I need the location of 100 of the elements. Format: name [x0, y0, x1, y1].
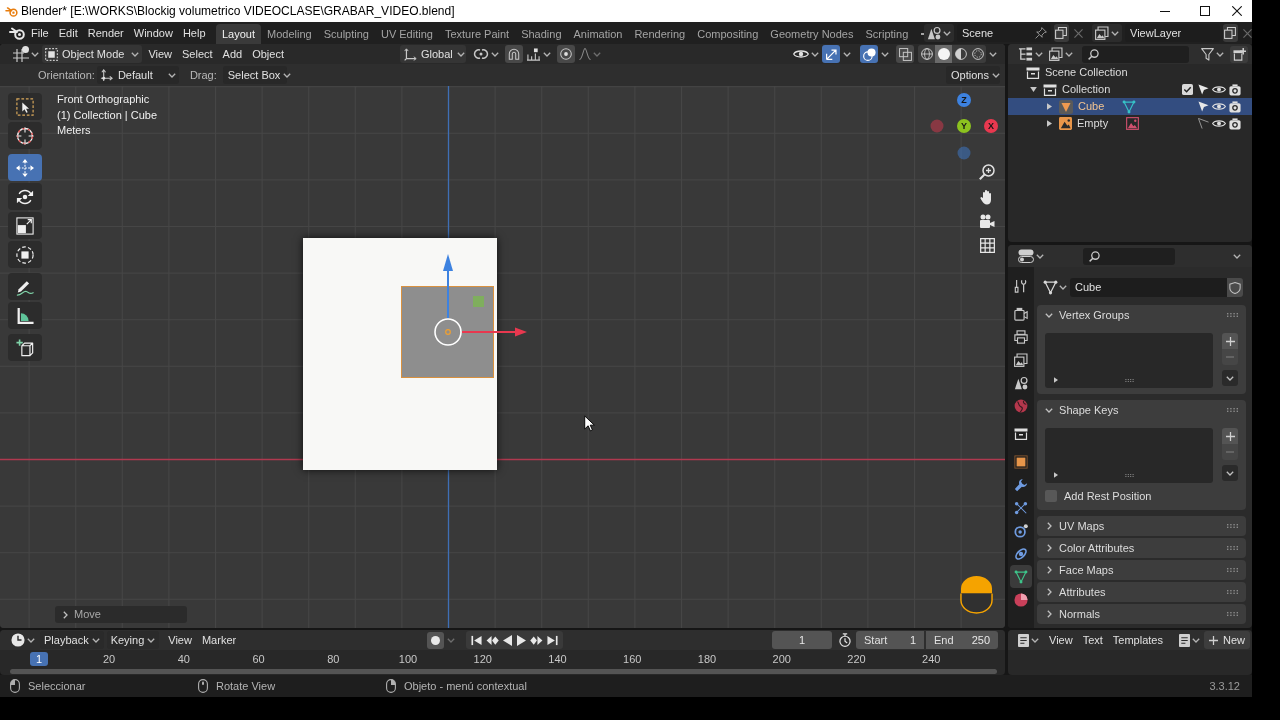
play-reverse-icon[interactable] [503, 634, 513, 646]
grip-icon[interactable] [1227, 408, 1238, 412]
xray-toggle[interactable] [896, 45, 914, 63]
timeline-scrollbar[interactable] [10, 669, 997, 674]
workspace-tab[interactable]: Scripting [859, 24, 915, 44]
workspace-tab[interactable]: Texture Paint [438, 24, 516, 44]
workspace-tab[interactable]: Modeling [261, 24, 318, 44]
tool-button[interactable] [8, 302, 42, 329]
menu-button[interactable]: View [143, 45, 178, 63]
triangle-down-icon[interactable] [1029, 87, 1037, 92]
gizmo-toggle[interactable] [822, 45, 840, 63]
caret-icon[interactable] [1216, 51, 1224, 57]
caret-icon[interactable] [593, 51, 601, 57]
clock-icon[interactable] [11, 633, 25, 647]
menu-button[interactable]: Render [82, 23, 129, 43]
blender-logo-icon[interactable] [9, 26, 25, 40]
data-block-selector[interactable] [1092, 24, 1122, 42]
snap-target-icon[interactable] [526, 47, 541, 61]
menu-dropdown[interactable]: Playback [40, 631, 104, 649]
grip-icon[interactable] [1227, 524, 1238, 528]
workspace-tab[interactable]: Rendering [628, 24, 692, 44]
tool-button[interactable] [8, 212, 42, 239]
duplicate-button[interactable] [1053, 24, 1069, 42]
pointer-icon[interactable] [1197, 101, 1209, 112]
caret-icon[interactable] [989, 51, 997, 57]
proportional-editing-toggle[interactable] [557, 45, 575, 63]
caret-icon[interactable] [1192, 637, 1200, 643]
previous-keyframe-icon[interactable] [486, 634, 500, 646]
caret-icon[interactable] [1065, 51, 1073, 57]
jump-to-end-icon[interactable] [546, 634, 558, 646]
eye-icon[interactable] [1212, 85, 1226, 94]
tool-button[interactable] [8, 241, 42, 268]
menu-button[interactable]: Object [247, 45, 289, 63]
camera-icon[interactable] [1229, 100, 1241, 113]
menu-button[interactable]: View [163, 631, 197, 649]
data-block-selector[interactable] [924, 24, 954, 42]
record-button[interactable] [427, 631, 444, 649]
caret-icon[interactable] [27, 637, 35, 643]
outliner-search-field[interactable] [1082, 45, 1189, 63]
outliner-editor-icon[interactable] [1018, 46, 1033, 62]
minimize-icon[interactable] [1160, 10, 1170, 12]
y-axis-handle[interactable] [957, 119, 971, 133]
remove-icon[interactable] [1243, 28, 1252, 38]
shading-button[interactable] [935, 45, 952, 63]
panel-header[interactable]: Face Maps [1037, 560, 1246, 580]
pivot-icon[interactable] [473, 48, 489, 60]
filter-icon[interactable] [1201, 47, 1214, 61]
image-icon[interactable] [1126, 117, 1140, 130]
caret-icon[interactable] [1059, 285, 1067, 290]
properties-search-field[interactable] [1083, 247, 1175, 265]
mesh-name-field[interactable]: Cube [1070, 278, 1227, 297]
menu-button[interactable]: Templates [1107, 631, 1168, 649]
options-dropdown[interactable]: Options [946, 66, 1000, 84]
outliner-row[interactable]: Empty [1008, 115, 1252, 132]
document-icon[interactable] [1018, 633, 1029, 647]
current-frame-field[interactable]: 1 [772, 631, 832, 649]
menu-button[interactable]: Window [128, 23, 178, 43]
outliner-row[interactable]: Collection [1008, 81, 1252, 98]
next-keyframe-icon[interactable] [529, 634, 543, 646]
panel-header[interactable]: UV Maps [1037, 516, 1246, 536]
new-collection-button[interactable] [1230, 45, 1248, 63]
workspace-tab[interactable]: Shading [515, 24, 568, 44]
properties-tab[interactable] [1010, 565, 1032, 588]
document-icon[interactable] [1179, 633, 1190, 647]
playhead-frame[interactable]: 1 [30, 652, 48, 666]
shading-button[interactable] [952, 45, 969, 63]
outliner-row[interactable]: Cube [1008, 98, 1252, 115]
caret-icon[interactable] [1035, 51, 1043, 57]
caret-icon[interactable] [31, 51, 39, 57]
duplicate-button[interactable] [1222, 24, 1238, 42]
menu-button[interactable]: View [1044, 631, 1078, 649]
new-button[interactable]: New [1204, 631, 1250, 649]
menu-dropdown[interactable]: Keying [106, 631, 160, 649]
caret-icon[interactable] [1233, 253, 1241, 259]
eye-icon[interactable] [1212, 119, 1226, 128]
workspace-tab[interactable]: Geometry Nodes [764, 24, 860, 44]
zoom-icon[interactable] [979, 164, 995, 180]
list-menu-button[interactable] [1222, 370, 1238, 386]
maximize-icon[interactable] [1200, 6, 1210, 16]
grid-icon[interactable] [979, 238, 995, 253]
snap-toggle[interactable] [505, 45, 523, 63]
menu-button[interactable]: Edit [53, 23, 83, 43]
outliner-row[interactable]: Scene Collection [1008, 64, 1252, 81]
hand-icon[interactable] [980, 189, 994, 205]
checkbox[interactable] [1181, 84, 1193, 95]
grip-icon[interactable] [1125, 474, 1134, 477]
toggles-icon[interactable] [1018, 249, 1034, 263]
grip-icon[interactable] [1227, 568, 1238, 572]
tool-button[interactable] [8, 273, 42, 300]
add-button[interactable] [1222, 333, 1238, 349]
vertex-triangle-icon[interactable] [1043, 280, 1058, 295]
menu-button[interactable]: Text [1077, 631, 1108, 649]
caret-icon[interactable] [543, 51, 551, 57]
viewport-editor-icon[interactable] [13, 46, 29, 62]
pin-icon[interactable] [1034, 27, 1047, 39]
workspace-tab[interactable]: Sculpting [317, 24, 375, 44]
last-operator-panel[interactable]: Move [55, 606, 187, 623]
tool-button[interactable] [8, 183, 42, 210]
tool-button[interactable] [8, 122, 42, 149]
shading-button[interactable] [918, 45, 935, 63]
